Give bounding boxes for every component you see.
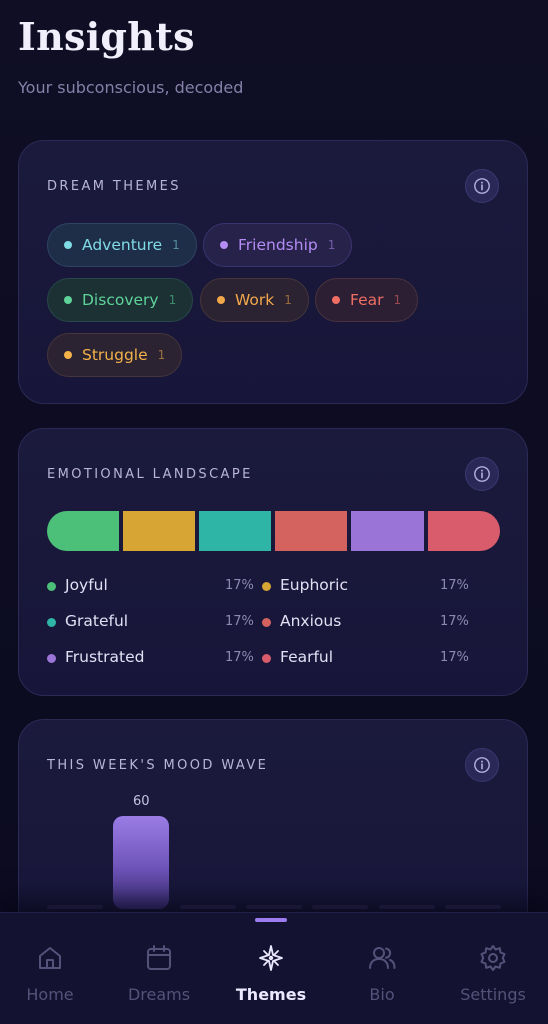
mood-bar-empty [444,905,501,909]
theme-chip-friendship[interactable]: Friendship 1 [203,223,353,267]
info-button[interactable] [465,748,499,782]
chip-label: Fear [350,291,384,309]
legend-percent: 17% [225,578,254,593]
sparkle-icon [259,945,283,971]
chip-count: 1 [327,238,336,252]
legend-dot [262,582,271,591]
info-icon [474,466,490,482]
nav-tab-bio[interactable]: Bio [327,913,437,1024]
bottom-navigation: Home Dreams Themes Bio Settings [0,912,548,1024]
emotion-segment-euphoric [123,511,195,551]
nav-label: Themes [235,985,307,1004]
mood-bar-empty [378,905,435,909]
nav-tab-home[interactable]: Home [0,913,105,1024]
card-title: DREAM THEMES [47,179,181,194]
insights-screen: Insights Your subconscious, decoded DREA… [0,0,548,1024]
legend-label: Frustrated [65,648,145,666]
emotion-segment-anxious [275,511,347,551]
theme-chip-discovery[interactable]: Discovery 1 [47,278,194,322]
legend-label: Grateful [65,612,129,630]
nav-tab-dreams[interactable]: Dreams [104,913,214,1024]
legend-label: Euphoric [280,576,348,594]
chip-label: Struggle [82,346,148,364]
chip-dot [217,296,225,304]
chip-count: 1 [284,293,292,307]
legend-label: Anxious [280,612,342,630]
mood-bar-empty [179,905,236,909]
gear-icon [480,945,506,971]
chip-label: Discovery [82,291,159,309]
page-title: Insights [18,14,195,59]
legend-dot [47,582,56,591]
home-icon [39,947,61,969]
chip-dot [64,241,72,249]
theme-chip-struggle[interactable]: Struggle 1 [47,333,183,377]
info-icon [474,757,490,773]
users-icon [369,947,396,969]
chip-count: 1 [168,293,177,307]
chip-dot [220,241,228,249]
nav-label: Home [26,985,74,1004]
mood-bar-empty [47,905,103,909]
legend-label: Fearful [280,648,334,666]
legend-percent: 17% [225,614,254,629]
nav-label: Bio [369,985,395,1004]
page-subtitle: Your subconscious, decoded [18,78,244,97]
legend-percent: 17% [225,650,254,665]
legend-dot [262,654,271,663]
chip-label: Adventure [82,236,163,254]
chip-label: Work [235,291,275,309]
mood-bar-value: 60 [133,794,150,809]
theme-chip-adventure[interactable]: Adventure 1 [47,223,197,267]
nav-label: Settings [460,985,526,1004]
legend-percent: 17% [440,614,469,629]
emotion-segment-grateful [199,511,271,551]
emotion-segment-frustrated [351,511,424,551]
chip-dot [64,296,72,304]
legend-dot [262,618,271,627]
chip-count: 1 [157,348,166,362]
chip-dot [332,296,340,304]
emotion-segment-joyful [47,511,119,551]
chip-label: Friendship [238,236,318,254]
info-button[interactable] [465,457,499,491]
chip-count: 1 [172,238,180,252]
theme-chip-work[interactable]: Work 1 [200,278,309,322]
chip-dot [64,351,72,359]
legend-percent: 17% [440,650,469,665]
emotion-segment-fearful [428,511,500,551]
legend-dot [47,654,56,663]
card-title: EMOTIONAL LANDSCAPE [47,467,253,482]
card-title: THIS WEEK'S MOOD WAVE [47,758,269,773]
theme-chip-fear[interactable]: Fear 1 [315,278,419,322]
legend-percent: 17% [440,578,469,593]
dream-themes-card: DREAM THEMES Adventure 1 Friendship 1 Di… [18,140,528,404]
info-button[interactable] [465,169,499,203]
nav-label: Dreams [127,985,191,1004]
mood-bar [113,816,170,909]
emotional-landscape-card: EMOTIONAL LANDSCAPE Joyful 17% Euphoric … [18,428,528,696]
chip-count: 1 [393,293,402,307]
nav-tab-settings[interactable]: Settings [438,913,548,1024]
info-icon [474,178,490,194]
mood-bar-empty [245,905,302,909]
legend-dot [47,618,56,627]
legend-label: Joyful [65,576,108,594]
calendar-icon [147,945,171,970]
nav-tab-themes[interactable]: Themes [216,913,326,1024]
mood-bar-empty [312,905,369,909]
